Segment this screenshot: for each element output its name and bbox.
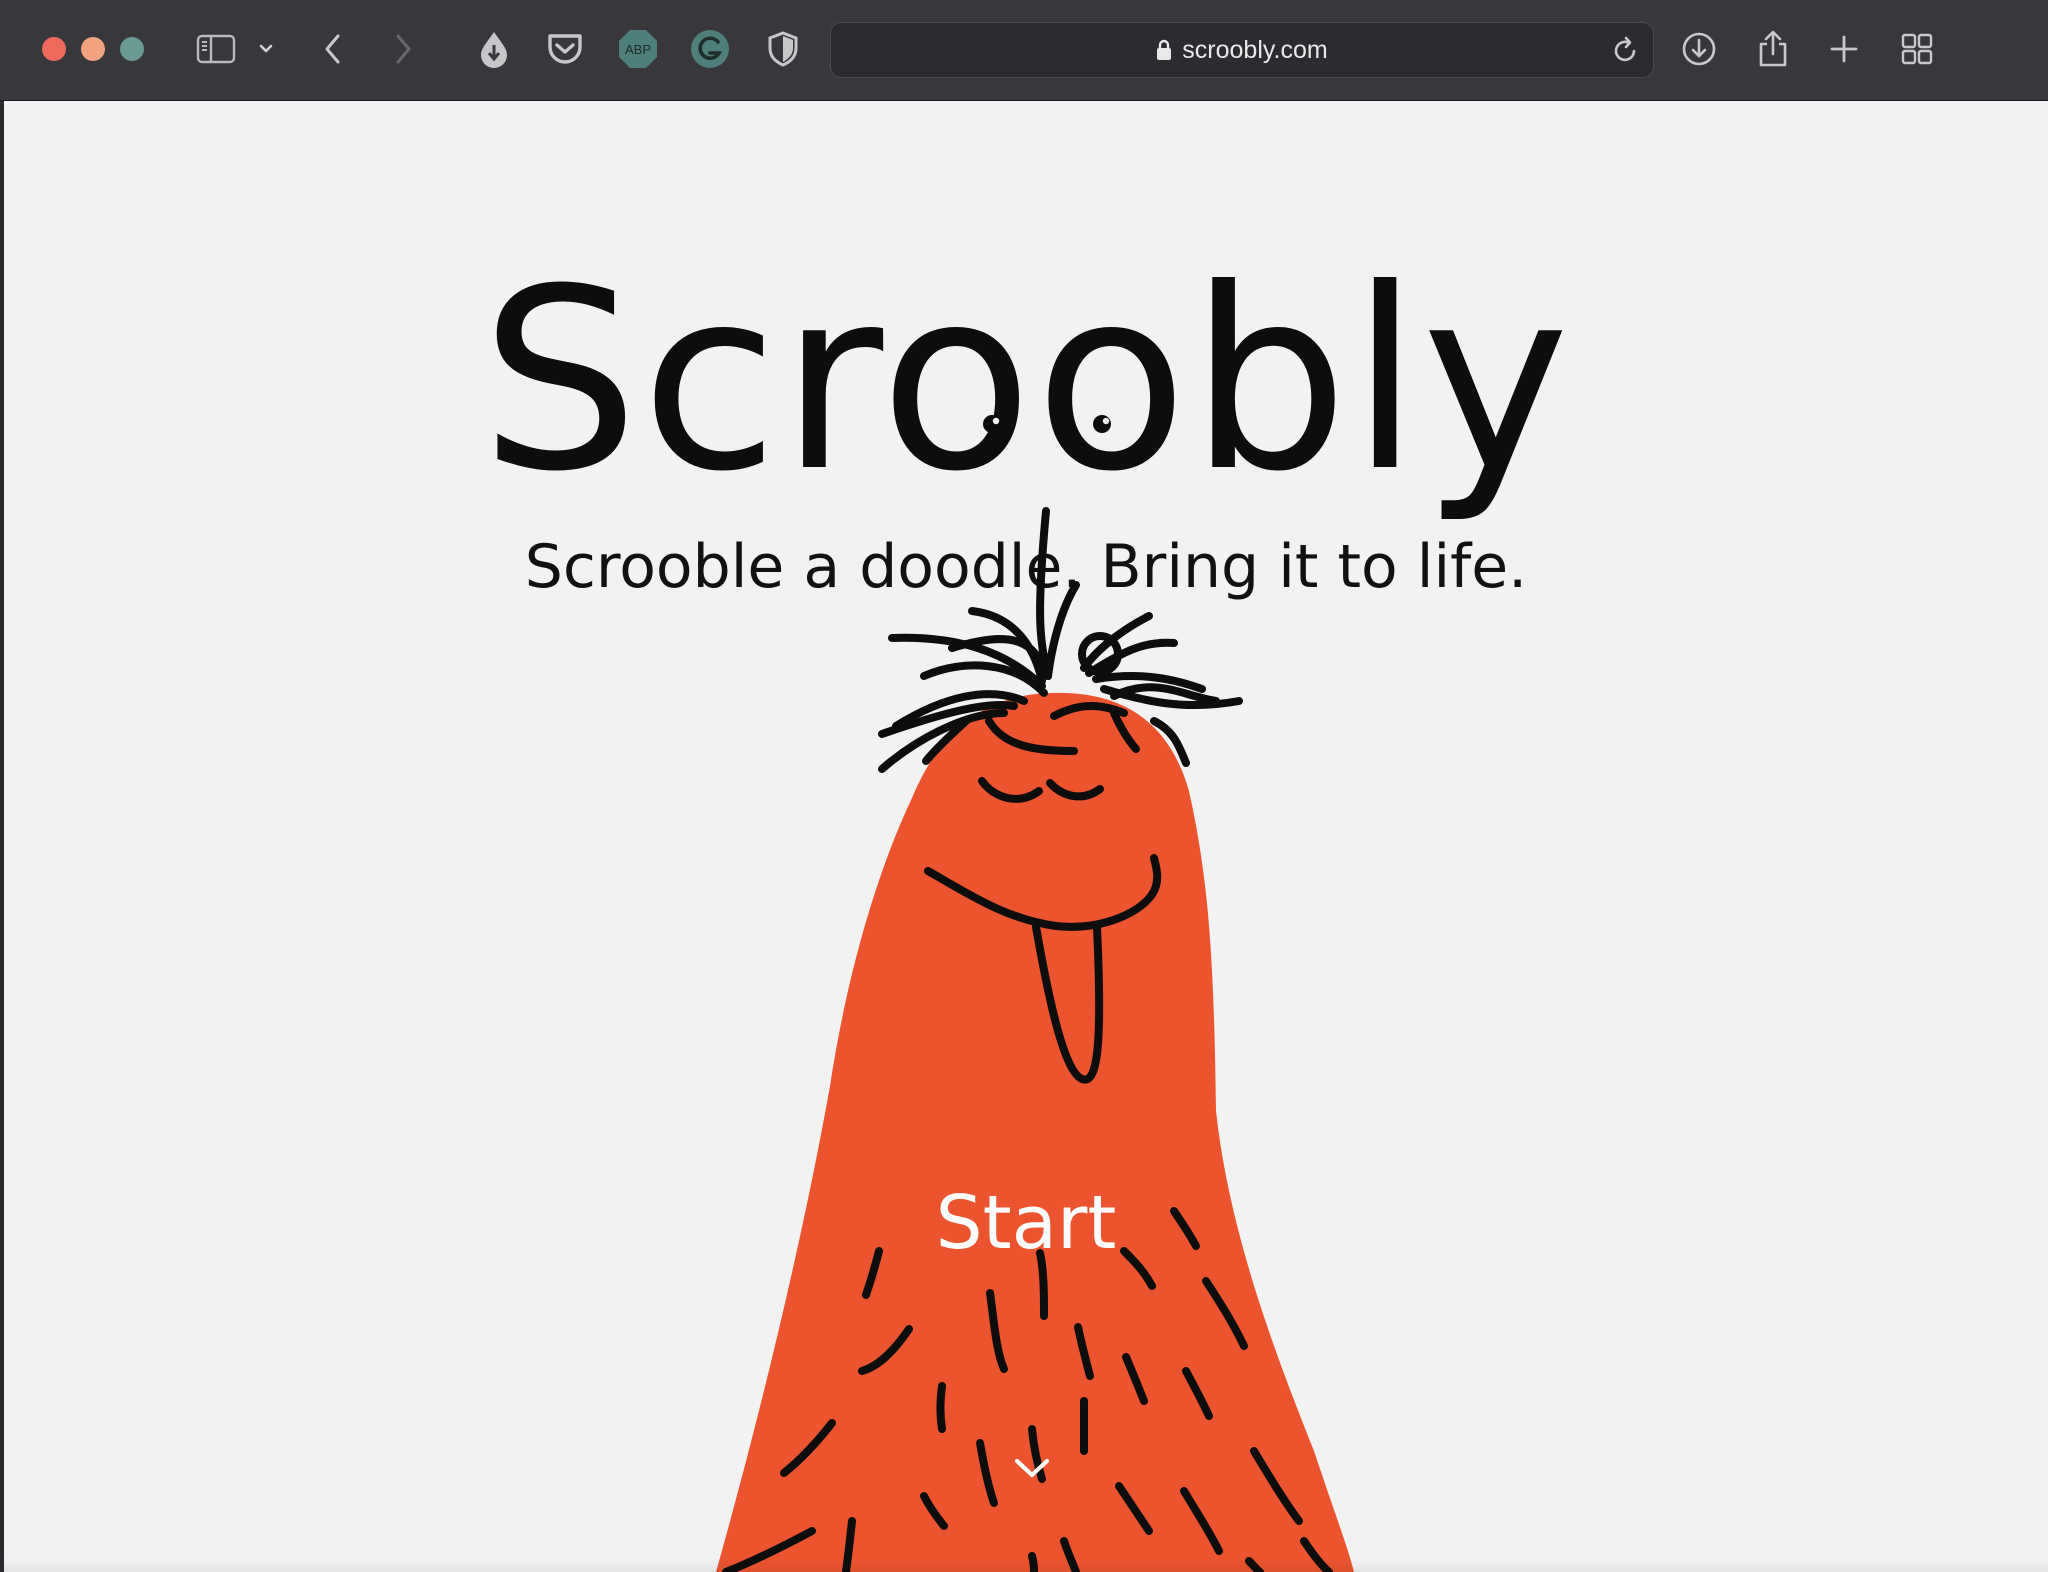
logo-eye-right <box>1093 415 1111 433</box>
reload-button[interactable] <box>1613 36 1639 68</box>
scroll-down-button[interactable] <box>1012 1456 1052 1486</box>
extension-download[interactable] <box>474 28 514 70</box>
privacy-shield-icon <box>768 31 798 67</box>
sidebar-toggle-button[interactable] <box>194 28 238 70</box>
sidebar-menu-chevron[interactable] <box>256 28 276 70</box>
browser-window: ABP scroobly.com Scroobly Scrooble a doo… <box>0 0 2048 1572</box>
reload-icon <box>1614 36 1636 62</box>
share-button[interactable] <box>1753 28 1793 70</box>
chevron-down-icon <box>259 44 273 53</box>
tab-overview-button[interactable] <box>1897 28 1937 70</box>
share-icon <box>1759 30 1787 67</box>
url-text: scroobly.com <box>1182 35 1328 64</box>
chevron-down-icon <box>1014 1458 1050 1478</box>
address-bar-content: scroobly.com <box>831 23 1653 77</box>
extension-grammarly[interactable] <box>688 28 732 70</box>
web-page: Scroobly Scrooble a doodle. Bring it to … <box>4 101 2048 1572</box>
plus-icon <box>1830 35 1858 63</box>
svg-text:ABP: ABP <box>625 42 651 57</box>
browser-toolbar: ABP scroobly.com <box>0 0 2048 101</box>
forward-button[interactable] <box>386 28 420 70</box>
logo-eyes <box>983 415 1111 433</box>
address-bar[interactable]: scroobly.com <box>830 22 1654 78</box>
start-button[interactable]: Start <box>926 1173 1126 1273</box>
doodle-monster-illustration <box>716 415 1354 1572</box>
chevron-right-icon <box>396 34 411 64</box>
ink-drop-download-icon <box>481 32 507 68</box>
minimize-window-button[interactable] <box>81 37 105 61</box>
extension-adblock[interactable]: ABP <box>616 28 660 70</box>
grammarly-icon <box>691 30 729 68</box>
chevron-left-icon <box>325 34 340 64</box>
back-button[interactable] <box>316 28 350 70</box>
close-window-button[interactable] <box>42 37 66 61</box>
download-circle-icon <box>1682 32 1716 66</box>
extension-privacy[interactable] <box>765 28 801 70</box>
page-bottom-shade <box>4 1558 2048 1572</box>
new-tab-button[interactable] <box>1826 28 1862 70</box>
extension-pocket[interactable] <box>545 28 585 70</box>
adblock-plus-icon: ABP <box>619 30 657 68</box>
lock-icon <box>1156 39 1172 61</box>
tab-grid-icon <box>1901 33 1933 65</box>
pocket-icon <box>548 34 582 64</box>
logo-eye-left <box>983 415 1001 433</box>
maximize-window-button[interactable] <box>120 37 144 61</box>
sidebar-icon <box>196 34 236 64</box>
downloads-button[interactable] <box>1679 28 1719 70</box>
